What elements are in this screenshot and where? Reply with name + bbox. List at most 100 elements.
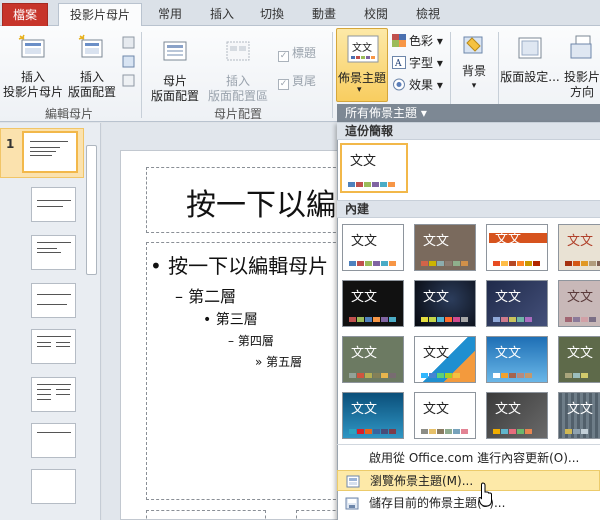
theme-builtin[interactable]: 文文 [486, 336, 548, 383]
save-current-theme-item[interactable]: 儲存目前的佈景主題(S)... [337, 493, 600, 514]
fonts-label: 字型 [409, 56, 434, 70]
theme-builtin[interactable]: 文文 [558, 224, 600, 271]
insert-slide-master-label-1: 插入 [20, 70, 45, 84]
thumbnail-layout[interactable] [31, 469, 76, 504]
bullet-level-1: • 按一下以編輯母片 [150, 254, 329, 278]
theme-color-swatches [349, 373, 397, 378]
tab-file[interactable]: 檔案 [2, 3, 48, 26]
theme-current[interactable]: 文文 [340, 143, 408, 193]
slide-orientation-label-2: 方向 [569, 85, 594, 99]
tab-insert[interactable]: 插入 [202, 3, 242, 26]
colors-button[interactable]: 色彩 ▾ [392, 34, 443, 49]
theme-sample-text: 文文 [567, 290, 594, 305]
themes-button-label: 佈景主題 [337, 71, 386, 85]
tab-slide-master[interactable]: 投影片母片 [58, 3, 142, 27]
theme-sample-text: 文文 [351, 402, 378, 417]
theme-sample-text: 文文 [567, 234, 594, 249]
page-setup-icon [518, 37, 542, 59]
thumbnail-layout[interactable] [31, 423, 76, 458]
slide-title-text: 按一下以編 [186, 188, 336, 223]
theme-sample-text: 文文 [350, 154, 377, 169]
theme-color-swatches [421, 317, 469, 322]
browse-themes-item[interactable]: 瀏覽佈景主題(M)... [337, 470, 600, 491]
theme-color-swatches [493, 429, 533, 434]
insert-placeholder-button: 插入 版面配置區 [204, 38, 272, 104]
theme-sample-text: 文文 [495, 346, 522, 361]
theme-builtin[interactable]: 文文 [342, 280, 404, 327]
tab-home[interactable]: 常用 [150, 3, 190, 26]
theme-builtin[interactable]: 文文 [486, 224, 548, 271]
footer-placeholder[interactable] [146, 510, 266, 520]
insert-layout-button[interactable]: 插入 版面配置 [66, 34, 118, 100]
theme-builtin[interactable]: 文文 [342, 224, 404, 271]
bullet-level-5: » 第五層 [255, 355, 303, 369]
save-theme-icon [345, 497, 359, 510]
theme-builtin[interactable]: 文文 [558, 336, 600, 383]
effects-button[interactable]: 效果 ▾ [392, 78, 443, 93]
master-layout-button[interactable]: 母片 版面配置 [148, 38, 202, 104]
master-layout-icon [163, 41, 187, 61]
insert-layout-label-2: 版面配置 [67, 85, 116, 99]
thumbnail-layout[interactable] [31, 377, 76, 412]
colors-label: 色彩 [409, 34, 434, 48]
section-this-presentation: 這份簡報 [337, 122, 600, 140]
tab-view[interactable]: 檢視 [408, 3, 448, 26]
themes-button[interactable]: 文文 佈景主題 ▾ [336, 28, 388, 102]
theme-builtin[interactable]: 文文 [558, 280, 600, 327]
theme-builtin[interactable]: 文文 [558, 392, 600, 439]
theme-builtin[interactable]: 文文 [486, 392, 548, 439]
theme-color-swatches [565, 317, 597, 322]
master-small-tools-icons[interactable] [122, 36, 136, 96]
insert-placeholder-icon [226, 41, 250, 61]
slide-orientation-button[interactable]: 投影片 方向 [562, 34, 600, 100]
theme-builtin[interactable]: 文文 [342, 336, 404, 383]
enable-office-updates-label: 啟用從 Office.com 進行內容更新(O)... [369, 451, 580, 465]
tab-review[interactable]: 校閱 [356, 3, 396, 26]
checkbox-check-icon: ✓ [278, 79, 289, 90]
ribbon-tab-bar: 檔案 投影片母片 常用 插入 切換 動畫 校閱 檢視 [0, 0, 600, 27]
tab-animations[interactable]: 動畫 [304, 3, 344, 26]
theme-sample-text: 文文 [495, 232, 522, 247]
thumbnail-layout[interactable] [31, 187, 76, 222]
fonts-button[interactable]: A 字型 ▾ [392, 56, 443, 71]
thumbnail-slide-master[interactable] [22, 131, 78, 173]
thumbnail-scrollbar-thumb[interactable] [86, 145, 97, 275]
theme-builtin[interactable]: 文文 [342, 392, 404, 439]
svg-text:A: A [394, 59, 402, 69]
theme-sample-text: 文文 [423, 234, 450, 249]
theme-color-swatches [565, 429, 589, 434]
theme-sample-text: 文文 [567, 402, 594, 417]
effects-icon [393, 78, 405, 91]
theme-builtin[interactable]: 文文 [414, 224, 476, 271]
enable-office-updates-item[interactable]: 啟用從 Office.com 進行內容更新(O)... [337, 448, 600, 469]
theme-builtin[interactable]: 文文 [414, 336, 476, 383]
background-button[interactable]: 背景 ▾ [456, 34, 492, 94]
theme-color-swatches [349, 317, 397, 322]
bullet-level-2-text: 第二層 [188, 287, 237, 306]
theme-color-swatches [421, 261, 469, 266]
bullet-level-3-text: 第三層 [215, 312, 258, 328]
group-separator [141, 32, 142, 118]
theme-color-swatches [421, 373, 461, 378]
theme-color-swatches [421, 429, 469, 434]
thumbnail-layout[interactable] [31, 283, 76, 318]
all-themes-dropdown-header[interactable]: 所有佈景主題 ▾ [337, 104, 600, 122]
insert-slide-master-button[interactable]: 插入 投影片母片 [2, 34, 64, 100]
tab-transitions[interactable]: 切換 [252, 3, 292, 26]
themes-icon: 文文 [347, 35, 379, 63]
body-placeholder[interactable] [146, 242, 346, 500]
thumbnail-layout[interactable] [31, 235, 76, 270]
thumbnail-layout[interactable] [31, 329, 76, 364]
svg-text:文文: 文文 [352, 41, 372, 54]
theme-sample-text: 文文 [351, 290, 378, 305]
theme-builtin[interactable]: 文文 [414, 392, 476, 439]
browse-themes-label: 瀏覽佈景主題(M)... [370, 474, 474, 488]
theme-color-swatches [349, 429, 397, 434]
page-setup-button[interactable]: 版面設定... [500, 34, 560, 85]
theme-sample-text: 文文 [351, 234, 378, 249]
theme-sample-text: 文文 [423, 402, 450, 417]
theme-builtin[interactable]: 文文 [414, 280, 476, 327]
group-label-master-layout: 母片配置 [213, 107, 262, 121]
colors-icon [392, 34, 406, 47]
theme-builtin[interactable]: 文文 [486, 280, 548, 327]
